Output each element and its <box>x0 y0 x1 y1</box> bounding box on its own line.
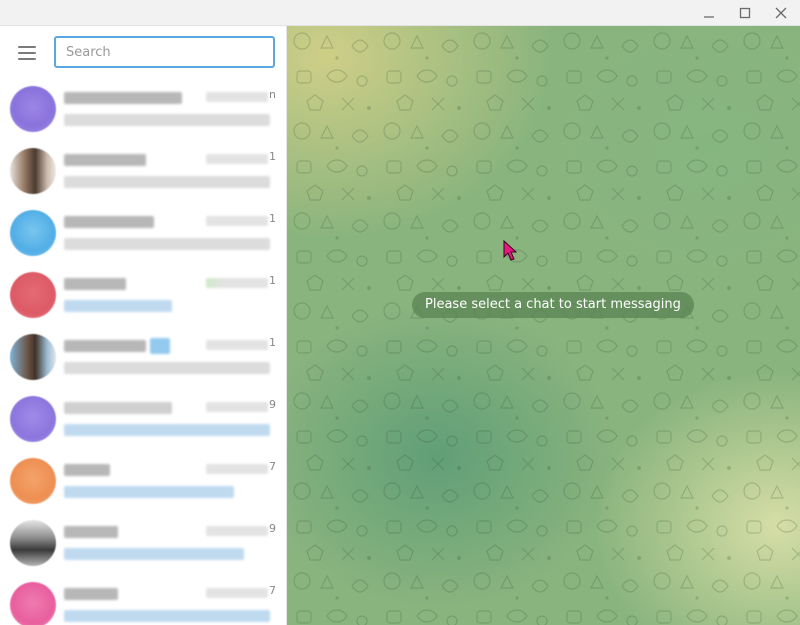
avatar <box>10 272 56 318</box>
chat-time-redacted <box>206 278 268 288</box>
doodle-pattern <box>287 26 800 625</box>
chat-preview-redacted <box>64 424 270 436</box>
chat-name-redacted <box>64 216 154 228</box>
chat-list-item[interactable]: 9 <box>0 512 286 574</box>
chat-list-item[interactable]: 7 <box>0 450 286 512</box>
chat-name-redacted <box>64 154 146 166</box>
chat-preview-redacted <box>64 300 172 312</box>
chat-preview-redacted <box>64 548 244 560</box>
chat-name-redacted <box>64 340 146 352</box>
avatar <box>10 334 56 380</box>
chat-list-item[interactable]: 1 <box>0 326 286 388</box>
chat-name-redacted <box>64 92 182 104</box>
chat-time-edge: 7 <box>269 460 276 473</box>
chat-list: n 1 1 1 1 9 7 9 7 <box>0 78 286 625</box>
chat-list-item[interactable]: 7 <box>0 574 286 625</box>
chat-name-redacted <box>64 526 118 538</box>
chat-time-edge: 9 <box>269 398 276 411</box>
avatar <box>10 458 56 504</box>
chat-time-edge: 9 <box>269 522 276 535</box>
chat-preview-redacted <box>64 176 270 188</box>
avatar <box>10 148 56 194</box>
chat-preview-redacted <box>64 114 270 126</box>
chat-preview-redacted <box>64 238 270 250</box>
chat-name-redacted <box>64 402 172 414</box>
chat-time-redacted <box>206 402 268 412</box>
avatar <box>10 210 56 256</box>
chat-time-redacted <box>206 340 268 350</box>
chat-preview-redacted <box>64 486 234 498</box>
chat-list-item[interactable]: 1 <box>0 140 286 202</box>
chat-name-redacted <box>64 464 110 476</box>
chat-time-redacted <box>206 92 268 102</box>
minimize-icon[interactable] <box>696 3 722 23</box>
chat-time-edge: 1 <box>269 150 276 163</box>
chat-name-redacted <box>64 278 126 290</box>
chat-name-redacted <box>64 588 118 600</box>
maximize-icon[interactable] <box>732 3 758 23</box>
avatar <box>10 396 56 442</box>
chat-time-redacted <box>206 526 268 536</box>
chat-time-edge: 1 <box>269 212 276 225</box>
search-box[interactable] <box>54 36 275 68</box>
mouse-cursor-icon <box>503 240 517 261</box>
avatar <box>10 86 56 132</box>
chat-time-edge: n <box>269 88 276 101</box>
chat-time-edge: 1 <box>269 274 276 287</box>
hamburger-menu-icon[interactable] <box>15 44 39 62</box>
chat-time-edge: 1 <box>269 336 276 349</box>
chat-preview-redacted <box>64 362 270 374</box>
empty-chat-message: Please select a chat to start messaging <box>412 292 694 318</box>
chat-preview-redacted <box>64 610 270 622</box>
chat-sidebar: n 1 1 1 <box>0 26 287 625</box>
chat-list-item[interactable]: 1 <box>0 202 286 264</box>
chat-list-item[interactable]: n <box>0 78 286 140</box>
chat-time-redacted <box>206 588 268 598</box>
chat-area-background: Please select a chat to start messaging <box>287 26 800 625</box>
chat-list-item[interactable]: 1 <box>0 264 286 326</box>
chat-badge-redacted <box>150 338 170 354</box>
chat-time-redacted <box>206 216 268 226</box>
chat-time-redacted <box>206 464 268 474</box>
avatar <box>10 520 56 566</box>
chat-time-edge: 7 <box>269 584 276 597</box>
close-icon[interactable] <box>768 3 794 23</box>
window-titlebar <box>0 0 800 26</box>
chat-time-redacted <box>206 154 268 164</box>
chat-list-item[interactable]: 9 <box>0 388 286 450</box>
avatar <box>10 582 56 625</box>
search-input[interactable] <box>56 38 273 66</box>
